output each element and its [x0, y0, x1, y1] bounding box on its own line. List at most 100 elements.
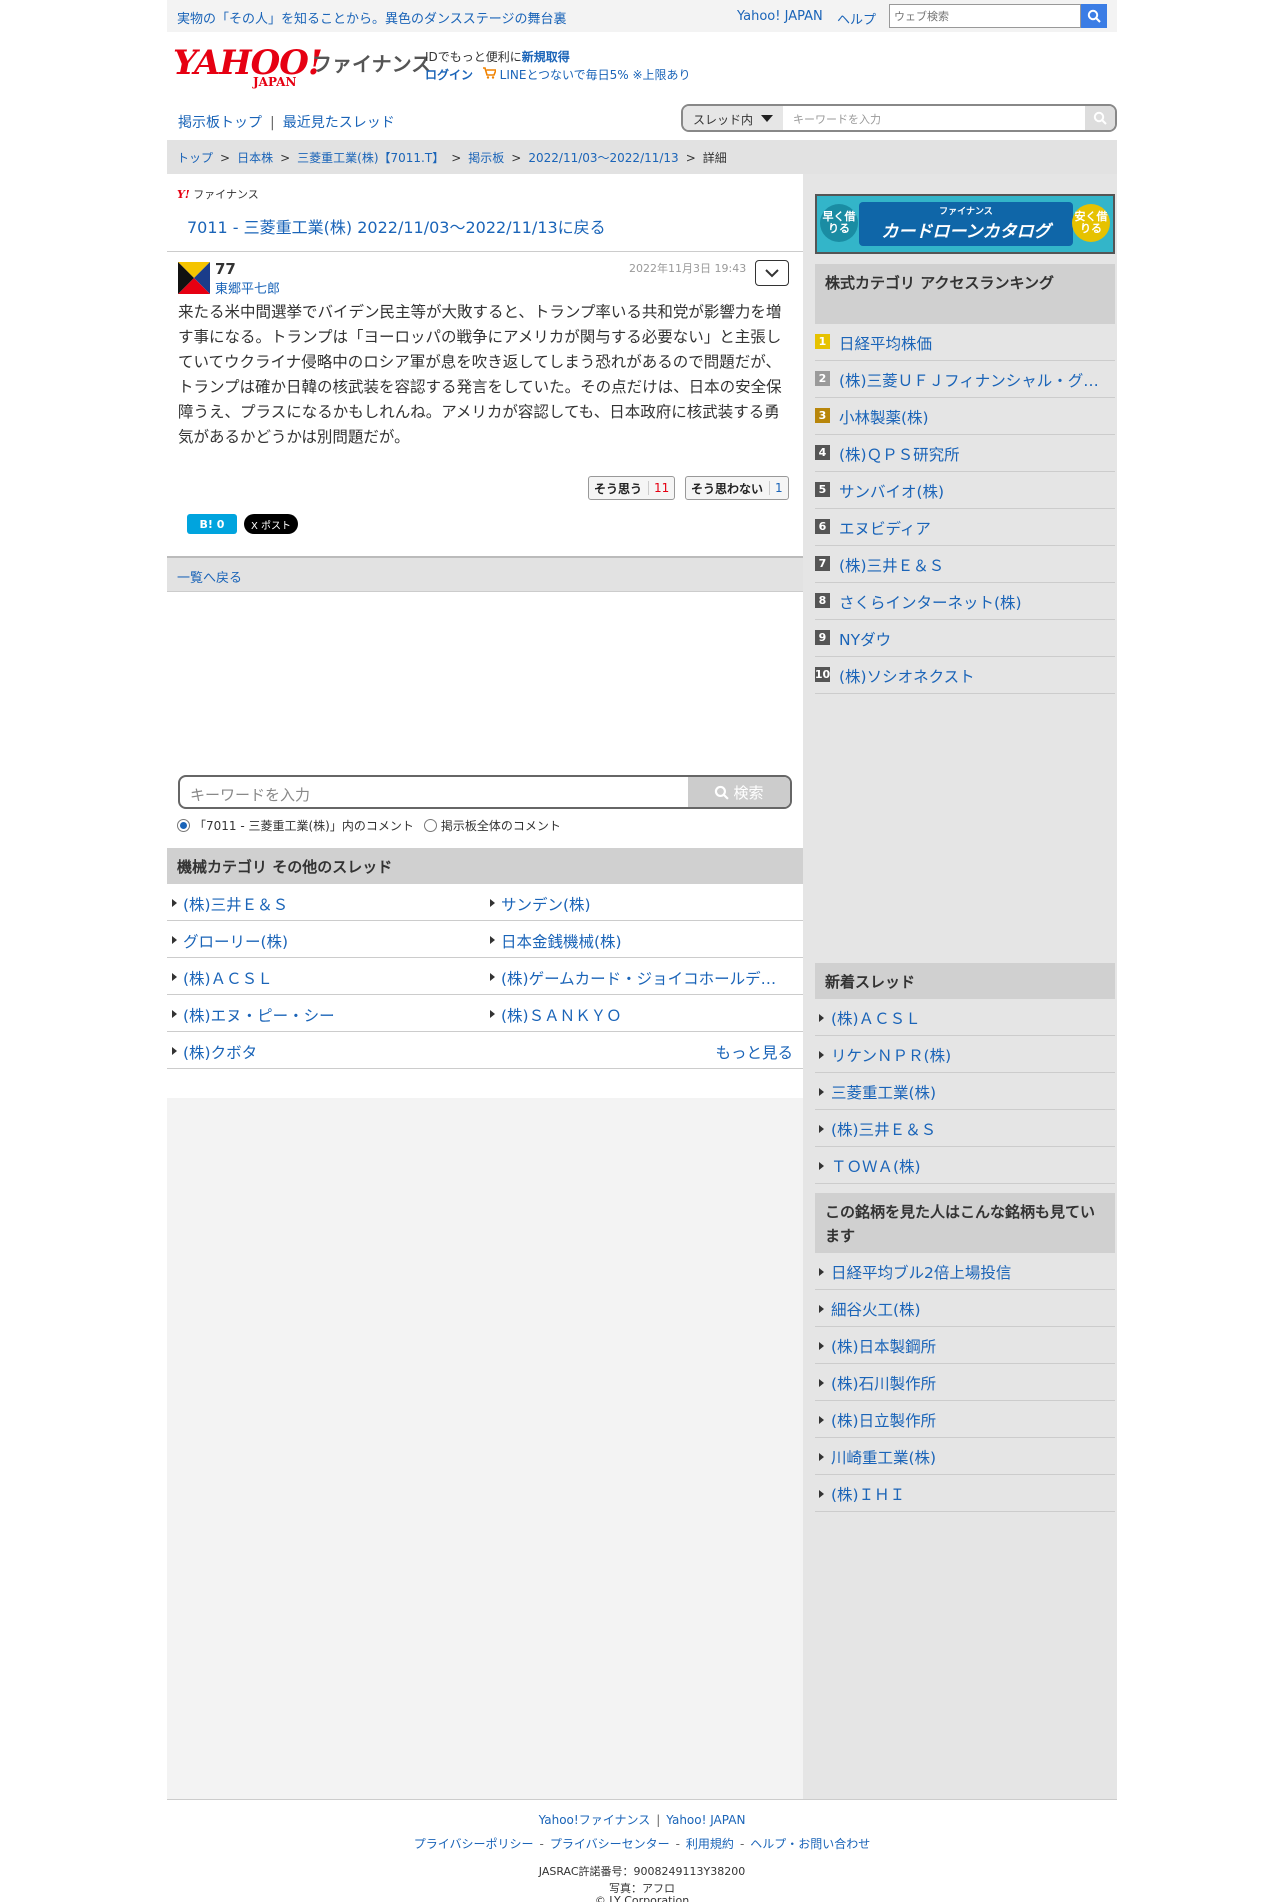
privacy-center-link[interactable]: プライバシーセンター — [550, 1837, 670, 1851]
yahoo-finance-small-logo: Y! ファイナンス — [177, 188, 259, 201]
search-scope-select[interactable]: スレッド内 — [683, 106, 783, 130]
main-bottom-area — [167, 1098, 803, 1799]
privacy-policy-link[interactable]: プライバシーポリシー — [414, 1837, 534, 1851]
thread-search-box: スレッド内 キーワードを入力 — [681, 104, 1117, 132]
breadcrumb-board[interactable]: 掲示板 — [468, 151, 504, 165]
login-line: ログイン LINEとつないで毎日5% ※上限あり — [425, 66, 691, 83]
banner-left-badge: 早く借りる — [820, 204, 858, 242]
thread-title-link[interactable]: 7011 - 三菱重工業(株) 2022/11/03〜2022/11/13に戻る — [187, 214, 606, 238]
thread-search-button[interactable] — [1085, 106, 1115, 130]
jasrac-text: JASRAC許諾番号：9008249113Y38200 — [538, 1865, 746, 1878]
board-top-link[interactable]: 掲示板トップ — [178, 115, 262, 131]
breadcrumb-top[interactable]: トップ — [177, 151, 213, 165]
related-thread-item[interactable]: (株)ＳＡＮＫＹＯ — [485, 995, 803, 1032]
new-thread-item[interactable]: (株)三井Ｅ＆Ｓ — [815, 1110, 1115, 1147]
yahoo-logo[interactable]: YAHOO! JAPAN — [173, 46, 323, 89]
new-thread-item[interactable]: リケンＮＰＲ(株) — [815, 1036, 1115, 1073]
also-viewed-item[interactable]: 川崎重工業(株) — [815, 1438, 1115, 1475]
breadcrumb-stock[interactable]: 三菱重工業(株)【7011.T】 — [297, 151, 444, 165]
ranking-item-5[interactable]: 5 サンバイオ(株) — [815, 472, 1115, 509]
also-viewed-item[interactable]: (株)日立製作所 — [815, 1401, 1115, 1438]
new-threads-title: 新着スレッド — [815, 963, 1115, 999]
post-menu-button[interactable] — [755, 260, 789, 286]
ranking-item-7[interactable]: 7 (株)三井Ｅ＆Ｓ — [815, 546, 1115, 583]
login-link[interactable]: ログイン — [425, 68, 473, 82]
new-thread-item[interactable]: ＴＯＷＡ(株) — [815, 1147, 1115, 1184]
header: YAHOO! JAPAN ファイナンス IDでもっと便利に新規取得 ログイン L… — [167, 36, 1117, 96]
ranking-item-8[interactable]: 8 さくらインターネット(株) — [815, 583, 1115, 620]
related-thread-item[interactable]: 日本金銭機械(株) — [485, 921, 803, 958]
also-viewed-item[interactable]: (株)ＩＨＩ — [815, 1475, 1115, 1512]
agree-button[interactable]: そう思う 11 — [588, 476, 676, 500]
main-column: Y! ファイナンス 7011 - 三菱重工業(株) 2022/11/03〜202… — [167, 174, 803, 1799]
help-link[interactable]: ヘルプ — [837, 9, 876, 28]
terms-link[interactable]: 利用規約 — [686, 1837, 734, 1851]
comment-search-button[interactable]: 検索 — [688, 777, 790, 807]
recent-threads-link[interactable]: 最近見たスレッド — [283, 115, 395, 131]
new-thread-item[interactable]: (株)ＡＣＳＬ — [815, 999, 1115, 1036]
x-post-button[interactable]: X ポスト — [244, 514, 298, 534]
comment-search-input[interactable]: キーワードを入力 — [190, 784, 310, 805]
divider — [167, 251, 803, 252]
disagree-button[interactable]: そう思わない 1 — [685, 476, 789, 500]
footer: Yahoo!ファイナンス | Yahoo! JAPAN プライバシーポリシー - プライ… — [167, 1799, 1117, 1902]
also-viewed-item[interactable]: 日経平均ブル2倍上場投信 — [815, 1253, 1115, 1290]
banner-right-badge: 安く借りる — [1072, 204, 1110, 242]
hatena-bookmark-button[interactable]: B! 0 — [187, 514, 237, 534]
ranking-item-4[interactable]: 4 (株)ＱＰＳ研究所 — [815, 435, 1115, 472]
thread-search-input[interactable]: キーワードを入力 — [793, 111, 881, 127]
agree-count: 11 — [648, 481, 669, 495]
ranking-item-1[interactable]: 1 日経平均株価 — [815, 324, 1115, 361]
ranking-item-6[interactable]: 6 エヌビディア — [815, 509, 1115, 546]
post-number: 77 — [215, 260, 236, 278]
top-bar: 実物の「その人」を知ることから。異色のダンスステージの舞台裏 Yahoo! JA… — [167, 0, 1117, 32]
radio-this-stock[interactable] — [177, 819, 190, 832]
breadcrumb: トップ > 日本株 > 三菱重工業(株)【7011.T】 > 掲示板 >2022/11/03〜… — [167, 140, 1117, 174]
disagree-count: 1 — [769, 481, 783, 495]
web-search-button[interactable] — [1081, 4, 1107, 28]
sidebar: 早く借りる ファイナンス カードローンカタログ 安く借りる 株式カテゴリ アクセ… — [803, 174, 1117, 1799]
radio-whole-board[interactable] — [423, 819, 437, 832]
ranking-item-9[interactable]: 9 NYダウ — [815, 620, 1115, 657]
ranking-item-2[interactable]: 2 (株)三菱ＵＦＪフィナンシャル・グ… — [815, 361, 1115, 398]
also-viewed-item[interactable]: 細谷火工(株) — [815, 1290, 1115, 1327]
finance-title[interactable]: ファイナンス — [312, 48, 431, 77]
related-thread-item[interactable]: (株)エヌ・ピー・シー — [167, 995, 485, 1032]
search-icon — [1087, 9, 1101, 23]
post-author[interactable]: 東郷平七郎 — [215, 278, 280, 297]
related-thread-item[interactable]: グローリー(株) — [167, 921, 485, 958]
web-search-box — [889, 4, 1081, 28]
promo-link[interactable]: 実物の「その人」を知ることから。異色のダンスステージの舞台裏 — [177, 8, 566, 27]
footer-finance-link[interactable]: Yahoo!ファイナンス — [539, 1813, 651, 1827]
also-viewed-title: この銘柄を見た人はこんな銘柄も見ています — [815, 1193, 1115, 1253]
copyright: © LY Corporation — [594, 1894, 690, 1902]
dropdown-triangle-icon — [761, 115, 773, 122]
related-thread-item[interactable]: (株)三井Ｅ＆Ｓ — [167, 884, 485, 921]
yahoo-logo-japan: JAPAN — [253, 75, 297, 89]
line-promo-link[interactable]: LINEとつないで毎日5% ※上限あり — [500, 68, 691, 82]
breadcrumb-period[interactable]: 2022/11/03〜2022/11/13 — [528, 151, 678, 165]
related-threads-title: 機械カテゴリ その他のスレッド — [167, 848, 803, 884]
related-thread-item[interactable]: (株)ＡＣＳＬ — [167, 958, 485, 995]
new-thread-item[interactable]: 三菱重工業(株) — [815, 1073, 1115, 1110]
back-to-list-link[interactable]: 一覧へ戻る — [167, 556, 803, 592]
footer-help-link[interactable]: ヘルプ・お問い合わせ — [750, 1837, 870, 1851]
also-viewed-item[interactable]: (株)日本製鋼所 — [815, 1327, 1115, 1364]
signup-link[interactable]: 新規取得 — [522, 50, 570, 64]
post-body: 来たる米中間選挙でバイデン民主等が大敗すると、トランプ率いる共和党が影響力を増す… — [178, 303, 782, 446]
ranking-item-3[interactable]: 3 小林製薬(株) — [815, 398, 1115, 435]
related-thread-item[interactable]: (株)ゲームカード・ジョイコホールデ… — [485, 958, 803, 995]
footer-yahoo-japan-link[interactable]: Yahoo! JAPAN — [666, 1813, 745, 1827]
related-thread-item[interactable]: (株)クボタ — [167, 1032, 485, 1069]
card-loan-banner[interactable]: 早く借りる ファイナンス カードローンカタログ 安く借りる — [815, 194, 1115, 254]
more-threads-link[interactable]: もっと見る — [485, 1032, 803, 1069]
yahoo-japan-link[interactable]: Yahoo! JAPAN — [737, 9, 823, 24]
avatar — [178, 262, 210, 294]
web-search-input[interactable] — [890, 5, 1080, 27]
comment-search-box: キーワードを入力 検索 — [178, 775, 792, 809]
also-viewed-item[interactable]: (株)石川製作所 — [815, 1364, 1115, 1401]
related-thread-item[interactable]: サンデン(株) — [485, 884, 803, 921]
ranking-item-10[interactable]: 10 (株)ソシオネクスト — [815, 657, 1115, 694]
breadcrumb-japan-stocks[interactable]: 日本株 — [237, 151, 273, 165]
post-date: 2022年11月3日 19:43 — [629, 262, 747, 275]
